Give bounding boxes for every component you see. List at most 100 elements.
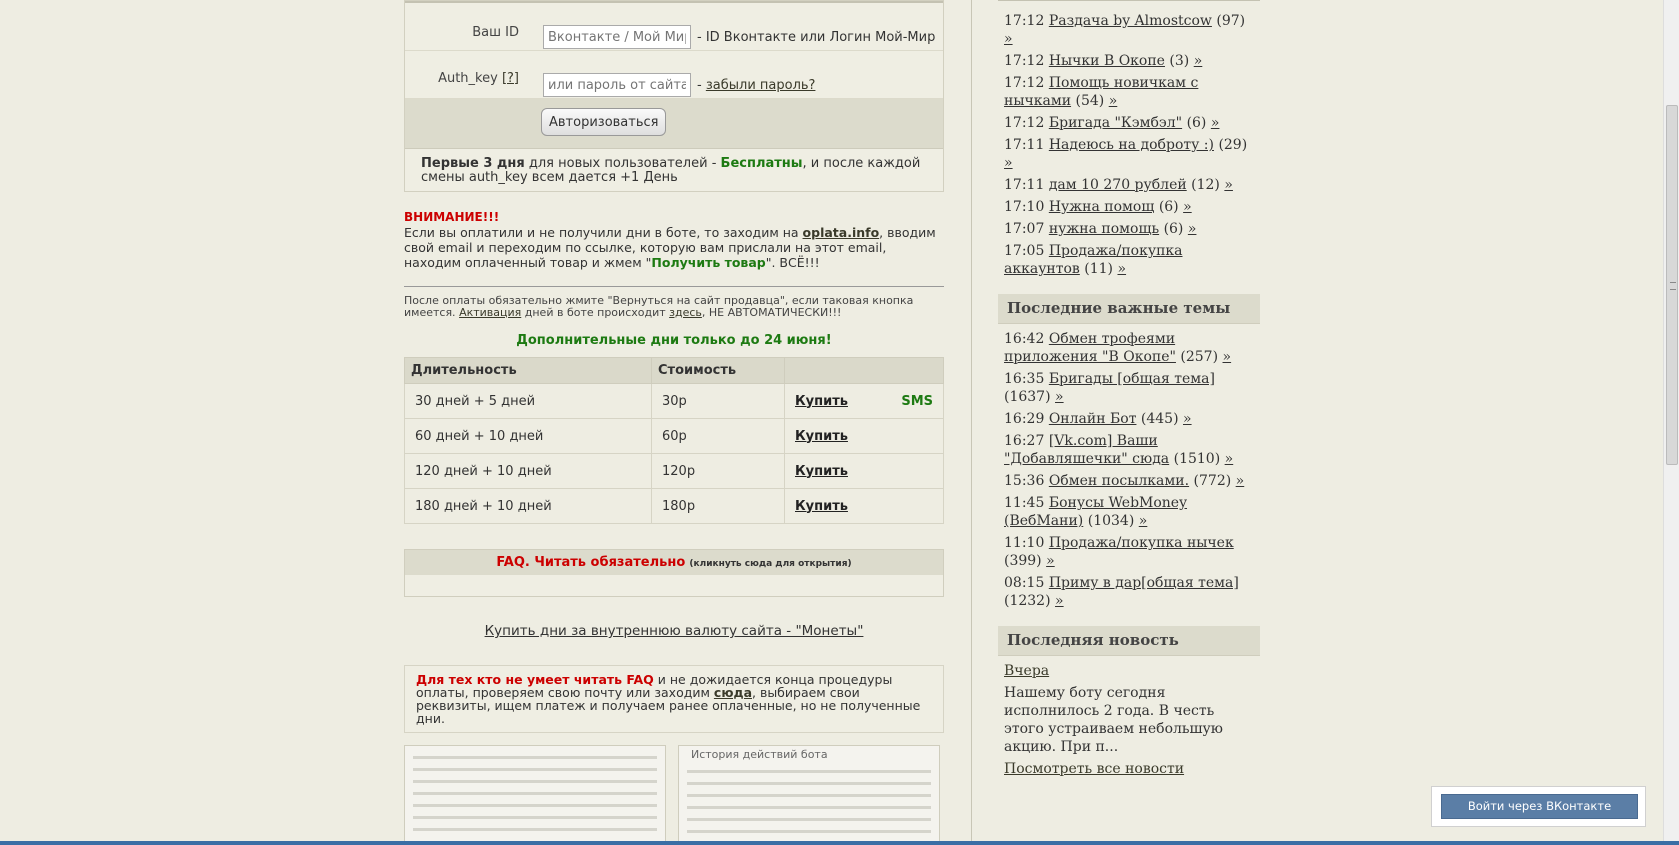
warning-title: ВНИМАНИЕ!!! — [404, 210, 500, 224]
topic-last-link[interactable]: » — [1183, 199, 1192, 215]
topic-last-link[interactable]: » — [1055, 593, 1064, 609]
topic-count: (399) — [1004, 553, 1042, 569]
topic-link[interactable]: Надеюсь на доброту :) — [1049, 137, 1214, 153]
topic-count: (6) — [1186, 115, 1207, 131]
faq-toggle[interactable]: FAQ. Читать обязательно (кликнуть сюда д… — [405, 550, 943, 575]
all-news-link[interactable]: Посмотреть все новости — [1004, 761, 1184, 777]
buy-cell: Купить — [784, 453, 944, 489]
topic-last-link[interactable]: » — [1004, 155, 1013, 171]
topic-time: 17:12 — [1004, 13, 1045, 29]
topic-time: 17:12 — [1004, 115, 1045, 131]
activation-link[interactable]: Активация — [459, 306, 521, 319]
id-label: Ваш ID — [472, 25, 519, 40]
topic-count: (772) — [1193, 473, 1232, 489]
topic-last-link[interactable]: » — [1139, 513, 1148, 529]
history-screenshot: История действий бота — [678, 745, 940, 845]
topic-last-link[interactable]: » — [1223, 349, 1232, 365]
topic-link[interactable]: Раздача by Almostcow — [1049, 13, 1212, 29]
topic-link[interactable]: Бригады [общая тема] — [1049, 371, 1215, 387]
topic-link[interactable]: Продажа/покупка нычек — [1049, 535, 1234, 551]
buy-cell: Купить — [784, 488, 944, 524]
buy-link[interactable]: Купить — [795, 464, 848, 479]
topic-time: 17:07 — [1004, 221, 1045, 237]
key-help-link[interactable]: [?] — [502, 71, 519, 86]
list-item: 17:11 Надеюсь на доброту :) (29) » — [998, 134, 1260, 174]
vk-login-button[interactable]: Войти через ВКонтакте — [1441, 794, 1638, 819]
key-label: Auth_key — [438, 71, 498, 86]
oplata-link[interactable]: oplata.info — [803, 225, 880, 240]
list-item: 17:05 Продажа/покупка аккаунтов (11) » — [998, 240, 1260, 280]
topic-link[interactable]: дам 10 270 рублей — [1049, 177, 1187, 193]
topic-last-link[interactable]: » — [1225, 451, 1234, 467]
list-item: 16:29 Онлайн Бот (445) » — [998, 408, 1260, 430]
price-cell: 30р — [651, 383, 785, 419]
price-header-row: Длительность Стоимость — [404, 357, 944, 384]
scrollbar-thumb[interactable] — [1666, 105, 1678, 465]
list-item: 16:27 [Vk.com] Ваши "Добавляшечки" сюда … — [998, 430, 1260, 470]
topic-last-link[interactable]: » — [1194, 53, 1203, 69]
topic-time: 17:05 — [1004, 243, 1045, 259]
list-item: 17:07 нужна помощь (6) » — [998, 218, 1260, 240]
topic-link[interactable]: Нужна помощ — [1049, 199, 1155, 215]
buy-cell: Купить SMS — [784, 383, 944, 419]
list-item: 11:45 Бонусы WebMoney (ВебМани) (1034) » — [998, 492, 1260, 532]
topic-last-link[interactable]: » — [1236, 473, 1245, 489]
page-scrollbar[interactable] — [1663, 0, 1679, 845]
news-excerpt: Нашему боту сегодня исполнилось 2 года. … — [1004, 685, 1223, 755]
topic-last-link[interactable]: » — [1004, 31, 1013, 47]
topic-last-link[interactable]: » — [1109, 93, 1118, 109]
topic-last-link[interactable]: » — [1224, 177, 1233, 193]
topic-time: 17:11 — [1004, 137, 1045, 153]
buy-link[interactable]: Купить — [795, 394, 848, 409]
list-item: 17:12 Нычки В Окопе (3) » — [998, 50, 1260, 72]
get-goods-text: Получить товар — [651, 255, 766, 270]
topic-link[interactable]: Бригада "Кэмбэл" — [1049, 115, 1182, 131]
note-bold: Первые 3 дня — [421, 156, 525, 171]
topic-count: (6) — [1158, 199, 1179, 215]
topic-last-link[interactable]: » — [1117, 261, 1126, 277]
topic-last-link[interactable]: » — [1211, 115, 1220, 131]
duration-cell: 30 дней + 5 дней — [404, 383, 652, 419]
sms-link[interactable]: SMS — [901, 394, 933, 409]
topic-link[interactable]: Обмен посылками. — [1049, 473, 1189, 489]
faq-body — [405, 575, 943, 596]
topic-time: 16:27 — [1004, 433, 1045, 449]
id-input[interactable] — [543, 25, 691, 49]
authorize-button[interactable]: Авторизоваться — [541, 108, 667, 136]
topic-link[interactable]: Приму в дар[общая тема] — [1049, 575, 1239, 591]
topic-link[interactable]: нужна помощь — [1049, 221, 1159, 237]
buy-with-coins-link[interactable]: Купить дни за внутреннюю валюту сайта - … — [485, 623, 864, 639]
list-item: 16:42 Обмен трофеями приложения "В Окопе… — [998, 328, 1260, 368]
topic-last-link[interactable]: » — [1188, 221, 1197, 237]
screenshot-previews: История действий бота — [404, 745, 948, 845]
forgot-password-link[interactable]: забыли пароль? — [706, 78, 816, 93]
topic-link[interactable]: Онлайн Бот — [1049, 411, 1137, 427]
warning-text-3: ". ВСЁ!!! — [765, 255, 820, 270]
id-row: Ваш ID - ID Вконтакте или Логин Мой-Мир — [405, 1, 943, 51]
topic-time: 17:11 — [1004, 177, 1045, 193]
topic-last-link[interactable]: » — [1046, 553, 1055, 569]
promo-text: Дополнительные дни только до 24 июня! — [516, 333, 832, 348]
news-date-link[interactable]: Вчера — [1004, 663, 1049, 679]
topic-count: (445) — [1140, 411, 1179, 427]
buy-link[interactable]: Купить — [795, 429, 848, 444]
topic-count: (3) — [1169, 53, 1190, 69]
topic-count: (1034) — [1087, 513, 1135, 529]
list-item: 17:10 Нужна помощ (6) » — [998, 196, 1260, 218]
vk-login-widget: Войти через ВКонтакте — [1431, 786, 1646, 827]
duration-cell: 120 дней + 10 дней — [404, 453, 652, 489]
auth-form: Ваш ID - ID Вконтакте или Логин Мой-Мир … — [404, 0, 944, 192]
key-input[interactable] — [543, 73, 691, 97]
note-free: Бесплатны — [720, 156, 803, 171]
here-link[interactable]: здесь — [669, 306, 702, 319]
buy-link[interactable]: Купить — [795, 499, 848, 514]
topic-link[interactable]: Нычки В Окопе — [1049, 53, 1165, 69]
topic-last-link[interactable]: » — [1055, 389, 1064, 405]
topic-count: (97) — [1216, 13, 1246, 29]
key-row: Auth_key [?] - забыли пароль? — [405, 51, 943, 99]
topic-last-link[interactable]: » — [1183, 411, 1192, 427]
free-days-note: Первые 3 дня для новых пользователей - Б… — [405, 149, 943, 191]
price-cell: 180р — [651, 488, 785, 524]
price-cell: 60р — [651, 418, 785, 454]
faq-subtitle: (кликнуть сюда для открытия) — [689, 559, 852, 569]
